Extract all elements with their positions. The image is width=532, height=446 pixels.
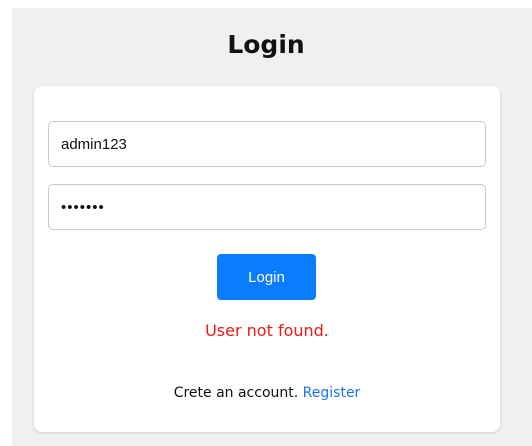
register-prompt: Crete an account. Register (34, 383, 500, 403)
page-title: Login (227, 30, 305, 59)
register-prompt-text: Crete an account. (173, 385, 299, 401)
username-input[interactable] (48, 121, 486, 167)
password-input[interactable] (48, 184, 486, 230)
login-card: Login User not found. Crete an account. … (34, 86, 500, 432)
register-link[interactable]: Register (303, 385, 361, 401)
error-message: User not found. (205, 321, 329, 340)
login-button[interactable]: Login (217, 254, 316, 300)
